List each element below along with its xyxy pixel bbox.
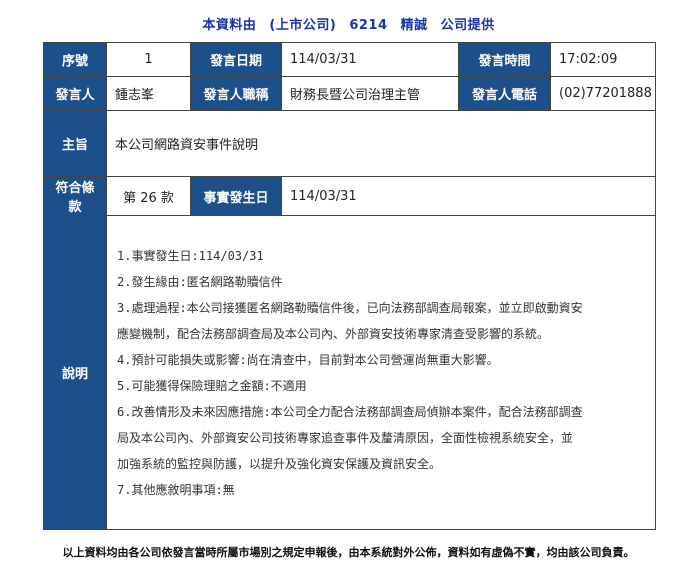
table-row: 序號 1 發言日期 114/03/31 發言時間 17:02:09 (43, 42, 656, 77)
disclaimer-footer: 以上資料均由各公司依發言當時所屬市場別之規定申報後，由本系統對外公佈，資料如有虛… (62, 546, 635, 559)
time-label: 發言時間 (458, 42, 551, 77)
event-date-value: 114/03/31 (281, 176, 656, 216)
date-value: 114/03/31 (281, 42, 459, 77)
subject-label: 主旨 (43, 110, 107, 177)
table-row: 說明 1.事實發生日:114/03/31 2.發生緣由:匿名網路勒贖信件 3.處理過… (43, 215, 656, 530)
speaker-label: 發言人 (43, 76, 107, 111)
table-row: 符合條款 第 26 款 事實發生日 114/03/31 (43, 176, 656, 216)
page-header: 本資料由 (上市公司) 6214 精誠 公司提供 (0, 14, 697, 33)
phone-label: 發言人電話 (458, 76, 551, 111)
description-body: 1.事實發生日:114/03/31 2.發生緣由:匿名網路勒贖信件 3.處理過程:本… (115, 235, 647, 511)
description-label: 說明 (43, 215, 107, 530)
description-line: 7.其他應敘明事項:無 (117, 482, 235, 497)
description-line: 5.可能獲得保險理賠之金額:不適用 (117, 378, 307, 393)
clause-value: 第 26 款 (106, 176, 191, 216)
description-line: 1.事實發生日:114/03/31 (117, 248, 264, 263)
description-line: 局及本公司內、外部資安公司技術專家追查事件及釐清原因，全面性檢視系統安全，並 (117, 430, 574, 445)
header-company-name: 精誠 (400, 18, 428, 33)
description-line: 6.改善情形及未來因應措施:本公司全力配合法務部調查局偵辦本案件，配合法務部調查 (117, 404, 583, 419)
table-row: 主旨 本公司網路資安事件說明 (43, 110, 656, 177)
description-line: 4.預計可能損失或影響:尚在清查中，目前對本公司營運尚無重大影響。 (117, 352, 499, 367)
speaker-title-value: 財務長暨公司治理主管 (281, 76, 459, 111)
time-value: 17:02:09 (550, 42, 656, 77)
event-date-label: 事實發生日 (190, 176, 282, 216)
description-line: 加強系統的監控與防護，以提升及強化資安保護及資訊安全。 (117, 456, 442, 471)
speaker-title-label: 發言人職稱 (190, 76, 282, 111)
subject-value: 本公司網路資安事件說明 (106, 110, 656, 177)
phone-value: (02)77201888 (550, 76, 656, 111)
clause-label: 符合條款 (43, 176, 107, 216)
description-line: 3.處理過程:本公司接獲匿名網路勒贖信件後，已向法務部調查局報案，並立即啟動資安 (117, 300, 583, 315)
header-suffix: 公司提供 (440, 18, 495, 33)
header-company-code: 6214 (349, 18, 388, 33)
description-line: 2.發生緣由:匿名網路勒贖信件 (117, 274, 283, 289)
header-prefix: 本資料由 (202, 18, 257, 33)
date-label: 發言日期 (190, 42, 282, 77)
announcement-table: 序號 1 發言日期 114/03/31 發言時間 17:02:09 發言人 鍾志… (43, 42, 656, 530)
description-line: 應變機制，配合法務部調查局及本公司內、外部資安技術專家清查受影響的系統。 (117, 326, 550, 341)
speaker-value: 鍾志峯 (106, 76, 191, 111)
description-cell: 1.事實發生日:114/03/31 2.發生緣由:匿名網路勒贖信件 3.處理過程:本… (106, 215, 656, 530)
header-company-type: (上市公司) (269, 18, 337, 33)
seq-label: 序號 (43, 42, 107, 77)
seq-value: 1 (106, 42, 191, 77)
table-row: 發言人 鍾志峯 發言人職稱 財務長暨公司治理主管 發言人電話 (02)77201… (43, 76, 656, 111)
